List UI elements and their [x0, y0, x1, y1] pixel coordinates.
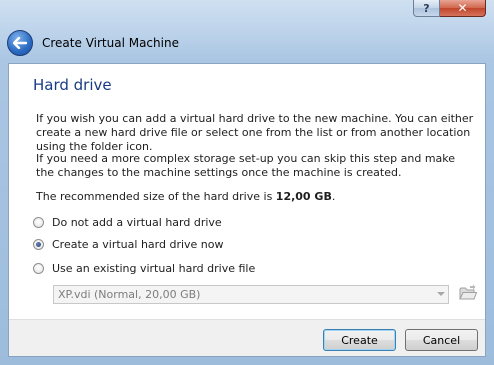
back-button[interactable]	[7, 30, 33, 56]
radio-existing-disk[interactable]: Use an existing virtual hard drive file	[33, 260, 255, 276]
description-paragraph-2: If you need a more complex storage set-u…	[36, 152, 456, 179]
recommended-size-text: The recommended size of the hard drive i…	[36, 190, 476, 204]
radio-create-disk[interactable]: Create a virtual hard drive now	[33, 236, 224, 252]
create-vm-dialog: ? ✕ Create Virtual Machine Hard drive If…	[0, 0, 494, 365]
existing-disk-select[interactable]: XP.vdi (Normal, 20,00 GB)	[53, 285, 449, 304]
radio-label: Do not add a virtual hard drive	[52, 215, 222, 229]
dialog-client-area: Hard drive If you wish you can add a vir…	[8, 63, 486, 357]
radio-button-selected[interactable]	[33, 238, 44, 250]
recommended-size-suffix: .	[331, 190, 336, 203]
close-icon: ✕	[457, 1, 468, 15]
close-button[interactable]: ✕	[440, 0, 486, 17]
chevron-down-icon	[437, 292, 445, 296]
choose-disk-file-button[interactable]	[458, 283, 478, 303]
radio-label: Use an existing virtual hard drive file	[52, 261, 256, 275]
help-icon: ?	[423, 1, 430, 15]
existing-disk-value: XP.vdi (Normal, 20,00 GB)	[58, 288, 201, 301]
window-title: Create Virtual Machine	[42, 36, 179, 50]
create-button[interactable]: Create	[323, 329, 396, 351]
recommended-size-value: 12,00 GB	[275, 190, 332, 203]
page-title: Hard drive	[33, 76, 112, 94]
cancel-button[interactable]: Cancel	[405, 329, 478, 351]
radio-button[interactable]	[33, 216, 44, 228]
radio-button[interactable]	[33, 262, 44, 274]
help-button[interactable]: ?	[413, 0, 440, 17]
radio-no-disk[interactable]: Do not add a virtual hard drive	[33, 214, 222, 230]
description-paragraph-1: If you wish you can add a virtual hard d…	[36, 112, 474, 153]
folder-open-icon	[459, 284, 478, 300]
radio-label: Create a virtual hard drive now	[52, 237, 224, 251]
wizard-page: Hard drive If you wish you can add a vir…	[9, 64, 485, 320]
back-arrow-icon	[13, 37, 27, 49]
recommended-size-prefix: The recommended size of the hard drive i…	[36, 190, 276, 203]
